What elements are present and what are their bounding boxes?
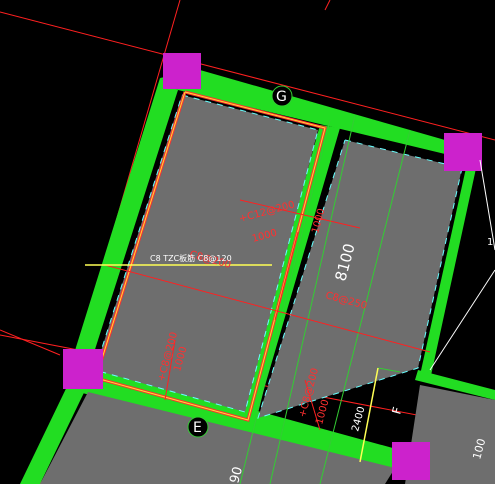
- cad-viewport[interactable]: G E 8100 2400 F 100 90 1 +C12@200 1000 1…: [0, 0, 495, 484]
- drawing-canvas[interactable]: G E 8100 2400 F 100 90 1 +C12@200 1000 1…: [0, 0, 495, 484]
- axis-label-g: G: [276, 89, 287, 105]
- axis-label-e: E: [193, 420, 202, 436]
- column-2: [444, 133, 482, 171]
- column-1: [163, 53, 201, 89]
- axis-bubble-e[interactable]: E: [187, 416, 209, 438]
- column-4: [392, 442, 430, 480]
- leader-note: C8 TZC板筋 C8@120: [150, 253, 232, 263]
- column-3: [63, 349, 103, 389]
- axis-bubble-g[interactable]: G: [271, 85, 293, 107]
- dim-1: 1: [487, 237, 493, 248]
